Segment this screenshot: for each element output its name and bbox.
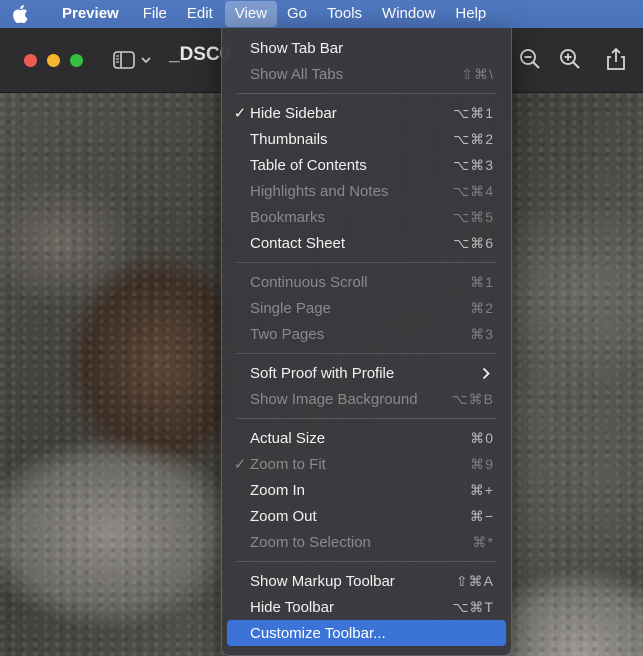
menu-item-shortcut: ⌘2 [470,299,494,316]
menu-item-shortcut: ⌥⌘5 [453,208,494,225]
menu-item-customize-toolbar[interactable]: Customize Toolbar... [227,620,506,646]
menu-item-label: Zoom to Selection [250,533,371,551]
menu-item-label: Zoom In [250,481,306,499]
menu-item-shortcut: ⌥⌘4 [453,182,494,199]
chevron-right-icon [482,366,492,380]
sidebar-toggle-icon [113,51,135,69]
menu-item-label: Two Pages [250,325,325,343]
menu-item-label: Contact Sheet [250,234,346,252]
apple-icon [13,5,28,23]
menu-item-label: Single Page [250,299,331,317]
apple-menu[interactable] [0,0,40,28]
share-button[interactable] [602,45,630,73]
menu-item-shortcut: ⌘0 [470,429,494,446]
menu-item-hide-toolbar[interactable]: Hide Toolbar ⌥⌘T [227,594,506,620]
menu-item-shortcut: ⌘* [472,533,494,550]
zoom-in-icon [560,49,580,69]
zoom-in-button[interactable] [556,45,584,73]
menu-item-show-markup-toolbar[interactable]: Show Markup Toolbar ⇧⌘A [227,568,506,594]
menu-item-shortcut: ⌘1 [470,273,494,290]
menu-item-shortcut: ⌥⌘2 [453,130,494,147]
menu-tools[interactable]: Tools [317,1,372,27]
menu-item-label: Show Tab Bar [250,39,344,57]
menu-item-actual-size[interactable]: Actual Size ⌘0 [227,425,506,451]
menu-item-label: Zoom Out [250,507,317,525]
zoom-out-icon [520,49,540,69]
close-button[interactable] [24,54,37,67]
menu-item-shortcut: ⇧⌘A [455,572,494,589]
menu-item-label: Hide Sidebar [250,104,337,122]
menu-item-shortcut: ⇧⌘\ [461,65,494,82]
menu-separator [237,262,496,263]
menu-separator [237,93,496,94]
menu-help[interactable]: Help [445,1,496,27]
menu-go[interactable]: Go [277,1,317,27]
menu-item-zoom-to-selection: Zoom to Selection ⌘* [227,529,506,555]
checkmark-icon: ✓ [233,456,247,473]
menu-item-show-tab-bar[interactable]: Show Tab Bar [227,35,506,61]
menu-app-preview[interactable]: Preview [40,1,133,27]
chevron-down-icon [141,57,151,64]
menu-item-shortcut: ⌘− [469,507,494,524]
menu-item-show-image-background: Show Image Background ⌥⌘B [227,386,506,412]
sidebar-toggle-button[interactable] [113,49,159,71]
menu-item-shortcut: ⌥⌘T [452,598,494,615]
view-menu-dropdown: Show Tab Bar Show All Tabs ⇧⌘\ ✓ Hide Sideba… [221,28,512,656]
menu-item-label: Soft Proof with Profile [250,364,395,382]
menu-item-label: Continuous Scroll [250,273,368,291]
menu-item-bookmarks: Bookmarks ⌥⌘5 [227,204,506,230]
menu-item-table-of-contents[interactable]: Table of Contents ⌥⌘3 [227,152,506,178]
menu-item-shortcut: ⌘3 [470,325,494,342]
menu-item-label: Hide Toolbar [250,598,334,616]
menu-item-label: Table of Contents [250,156,367,174]
menu-item-two-pages: Two Pages ⌘3 [227,321,506,347]
menu-item-label: Bookmarks [250,208,326,226]
menu-item-label: Thumbnails [250,130,328,148]
menu-file[interactable]: File [133,1,177,27]
fullscreen-button[interactable] [70,54,83,67]
menu-item-shortcut: ⌘+ [469,481,494,498]
menu-item-contact-sheet[interactable]: Contact Sheet ⌥⌘6 [227,230,506,256]
menu-item-zoom-in[interactable]: Zoom In ⌘+ [227,477,506,503]
menu-separator [237,353,496,354]
menu-item-label: Actual Size [250,429,326,447]
menu-item-show-all-tabs: Show All Tabs ⇧⌘\ [227,61,506,87]
menu-item-label: Show All Tabs [250,65,344,83]
menu-item-shortcut: ⌘9 [470,455,494,472]
menu-item-zoom-to-fit: ✓ Zoom to Fit ⌘9 [227,451,506,477]
menu-item-shortcut: ⌥⌘B [451,390,494,407]
menu-item-zoom-out[interactable]: Zoom Out ⌘− [227,503,506,529]
menu-item-thumbnails[interactable]: Thumbnails ⌥⌘2 [227,126,506,152]
menu-item-label: Highlights and Notes [250,182,389,200]
menu-item-label: Customize Toolbar... [250,624,386,642]
menu-view[interactable]: View [224,1,277,27]
menu-item-single-page: Single Page ⌘2 [227,295,506,321]
minimize-button[interactable] [47,54,60,67]
menu-item-shortcut: ⌥⌘3 [453,156,494,173]
menu-separator [237,561,496,562]
menu-item-label: Show Image Background [250,390,418,408]
menu-item-hide-sidebar[interactable]: ✓ Hide Sidebar ⌥⌘1 [227,100,506,126]
share-icon [607,47,625,70]
menu-item-shortcut: ⌥⌘1 [453,104,494,121]
menu-bar: Preview File Edit View Go Tools Window H… [0,0,643,28]
menu-item-soft-proof-with-profile[interactable]: Soft Proof with Profile [227,360,506,386]
menu-edit[interactable]: Edit [177,1,223,27]
menu-window[interactable]: Window [372,1,445,27]
menu-item-highlights-and-notes: Highlights and Notes ⌥⌘4 [227,178,506,204]
zoom-out-button[interactable] [516,45,544,73]
menu-item-continuous-scroll: Continuous Scroll ⌘1 [227,269,506,295]
menu-separator [237,418,496,419]
menu-item-shortcut: ⌥⌘6 [453,234,494,251]
checkmark-icon: ✓ [233,105,247,122]
menu-item-label: Zoom to Fit [250,455,326,473]
menu-item-label: Show Markup Toolbar [250,572,395,590]
